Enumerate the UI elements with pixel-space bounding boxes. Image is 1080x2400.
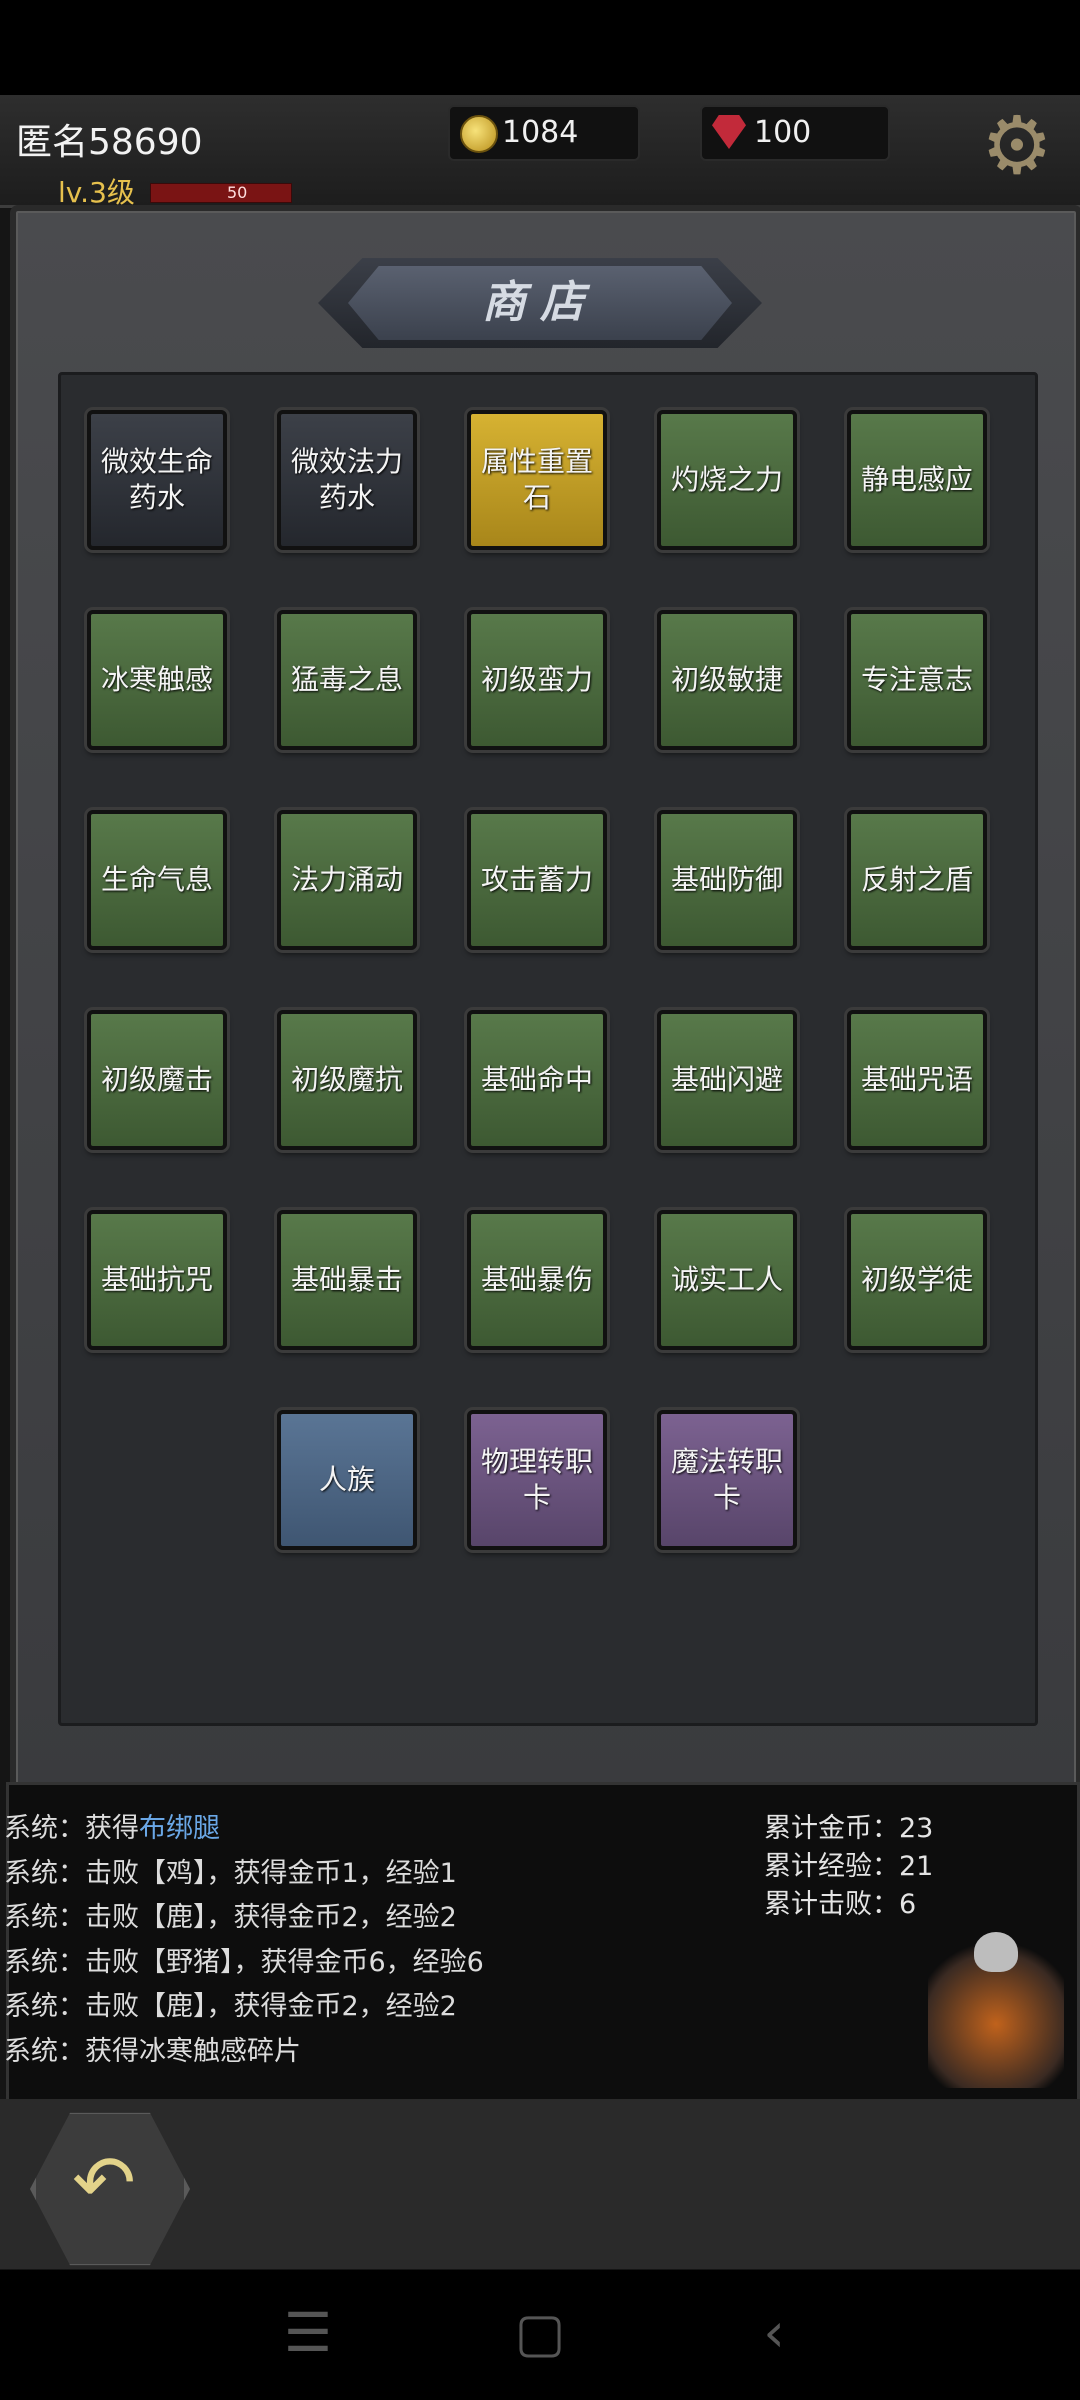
shop-item-label: 初级蛮力 [480, 663, 593, 696]
log-line: 系统：击败【鹿】，获得金币2，经验2 [4, 1984, 457, 2023]
log-text: 系统：获得冰寒触感碎片 [4, 2036, 301, 2067]
shop-item[interactable]: 微效法力药水 [277, 410, 417, 550]
shop-item[interactable]: 初级敏捷 [657, 610, 797, 750]
shop-item-label: 基础命中 [480, 1063, 593, 1096]
gem-counter: 100 [700, 105, 890, 161]
shop-item-label: 基础防御 [670, 863, 783, 896]
shop-item[interactable]: 猛毒之息 [277, 610, 417, 750]
log-line: 系统：获得布绑腿 [4, 1806, 220, 1845]
log-text: 系统：击败【鸡】，获得金币1，经验1 [4, 1858, 457, 1889]
shop-item[interactable]: 基础咒语 [847, 1010, 987, 1150]
shop-item-label: 法力涌动 [290, 863, 403, 896]
shop-item-label: 基础闪避 [670, 1063, 783, 1096]
player-name: 匿名58690 [16, 122, 203, 163]
shop-item-label: 初级魔击 [100, 1063, 213, 1096]
shop-item-label: 初级敏捷 [670, 663, 783, 696]
coin-icon [460, 115, 498, 153]
shop-item-label: 微效法力药水 [290, 445, 403, 514]
shop-item[interactable]: 法力涌动 [277, 810, 417, 950]
shop-item[interactable]: 专注意志 [847, 610, 987, 750]
shop-item[interactable]: 基础抗咒 [87, 1210, 227, 1350]
shop-item[interactable]: 魔法转职卡 [657, 1410, 797, 1550]
shop-item[interactable]: 基础闪避 [657, 1010, 797, 1150]
log-text: 系统：击败【野猪】，获得金币6，经验6 [4, 1947, 484, 1978]
skull-icon [974, 1932, 1018, 1972]
shop-item-label: 反射之盾 [860, 863, 973, 896]
shop-item[interactable]: 基础暴伤 [467, 1210, 607, 1350]
shop-item[interactable]: 人族 [277, 1410, 417, 1550]
shop-item[interactable]: 初级蛮力 [467, 610, 607, 750]
shop-title: 商店 [482, 277, 598, 328]
shop-item[interactable]: 静电感应 [847, 410, 987, 550]
shop-item-label: 微效生命药水 [100, 445, 213, 514]
shop-item-label: 诚实工人 [670, 1263, 783, 1296]
shop-item[interactable]: 冰寒触感 [87, 610, 227, 750]
shop-item[interactable]: 初级魔抗 [277, 1010, 417, 1150]
log-text: 系统：击败【鹿】，获得金币2，经验2 [4, 1902, 457, 1933]
status-bar [0, 0, 1080, 95]
shop-item-label: 人族 [318, 1463, 375, 1496]
back-arrow-icon[interactable]: ↶ [30, 2108, 178, 2258]
shop-item[interactable]: 反射之盾 [847, 810, 987, 950]
log-line: 系统：击败【鹿】，获得金币2，经验2 [4, 1895, 457, 1934]
log-text: 系统：击败【鹿】，获得金币2，经验2 [4, 1991, 457, 2022]
home-icon[interactable]: ▢ [500, 2298, 580, 2368]
shop-item-label: 初级学徒 [860, 1263, 973, 1296]
shop-item[interactable]: 属性重置石 [467, 410, 607, 550]
shop-item-label: 攻击蓄力 [480, 863, 593, 896]
shop-item-label: 专注意志 [860, 663, 973, 696]
gem-icon [712, 115, 746, 149]
gold-value: 1084 [502, 115, 579, 150]
shop-item-label: 猛毒之息 [290, 663, 403, 696]
shop-item-label: 基础咒语 [860, 1063, 973, 1096]
shop-item[interactable]: 物理转职卡 [467, 1410, 607, 1550]
log-text: 系统：获得 [4, 1813, 139, 1844]
header: 匿名58690 lv.3级 50 1084 100 ⚙ [0, 95, 1080, 209]
hp-bar: 50 [150, 183, 292, 203]
shop-item-label: 灼烧之力 [670, 463, 783, 496]
log-line: 系统：击败【鸡】，获得金币1，经验1 [4, 1851, 457, 1890]
shop-item[interactable]: 生命气息 [87, 810, 227, 950]
hp-value: 50 [227, 183, 248, 202]
shop-item[interactable]: 攻击蓄力 [467, 810, 607, 950]
stat-line: 累计金币：23 [764, 1813, 934, 1844]
shop-item-label: 静电感应 [860, 463, 973, 496]
shop-item[interactable]: 灼烧之力 [657, 410, 797, 550]
stat-line: 累计击败：6 [764, 1889, 917, 1920]
gold-counter: 1084 [448, 105, 640, 161]
log-line: 系统：击败【野猪】，获得金币6，经验6 [4, 1940, 484, 1979]
chevron-left-icon[interactable]: ‹ [734, 2298, 814, 2368]
shop-item[interactable]: 初级学徒 [847, 1210, 987, 1350]
shop-item-label: 基础暴击 [290, 1263, 403, 1296]
shop-item-label: 属性重置石 [480, 445, 593, 514]
shop-item-label: 冰寒触感 [100, 663, 213, 696]
stat-line: 累计经验：21 [764, 1851, 934, 1882]
shop-item-label: 初级魔抗 [290, 1063, 403, 1096]
menu-icon[interactable]: ☰ [268, 2298, 348, 2368]
shop-item-label: 生命气息 [100, 863, 213, 896]
shop-item[interactable]: 初级魔击 [87, 1010, 227, 1150]
shop-item-label: 魔法转职卡 [670, 1445, 783, 1514]
log-line: 系统：获得冰寒触感碎片 [4, 2029, 301, 2068]
shop-item-label: 物理转职卡 [480, 1445, 593, 1514]
shop-item-label: 基础暴伤 [480, 1263, 593, 1296]
boss-portrait[interactable] [928, 1928, 1064, 2088]
gear-icon[interactable]: ⚙ [972, 105, 1062, 187]
shop-item[interactable]: 微效生命药水 [87, 410, 227, 550]
shop-item[interactable]: 基础防御 [657, 810, 797, 950]
shop-item-label: 基础抗咒 [100, 1263, 213, 1296]
shop-item[interactable]: 诚实工人 [657, 1210, 797, 1350]
shop-item[interactable]: 基础暴击 [277, 1210, 417, 1350]
gem-value: 100 [754, 115, 812, 150]
shop-item[interactable]: 基础命中 [467, 1010, 607, 1150]
log-item-link[interactable]: 布绑腿 [139, 1813, 220, 1844]
